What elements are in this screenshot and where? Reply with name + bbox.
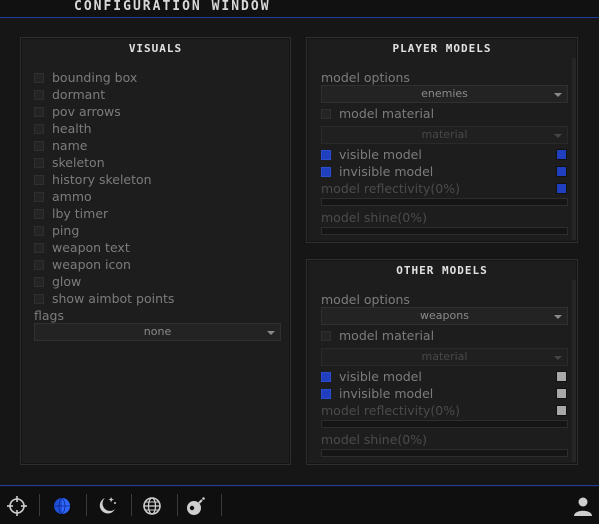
tab-separator [131, 494, 132, 516]
visuals-item-label: name [52, 138, 88, 153]
model-shine-slider[interactable] [321, 227, 568, 235]
checkbox[interactable] [34, 243, 44, 253]
checkbox[interactable] [34, 175, 44, 185]
visible-model-color-swatch[interactable] [556, 371, 567, 382]
tab-separator [39, 494, 40, 516]
globe-half-icon[interactable] [49, 493, 75, 519]
model-material-label: model material [339, 328, 435, 343]
model-options-value: weapons [420, 309, 469, 322]
bomb-icon[interactable] [183, 493, 209, 519]
flags-dropdown-value: none [143, 325, 172, 338]
checkbox[interactable] [34, 124, 44, 134]
visible-model-label: visible model [339, 369, 422, 384]
checkbox[interactable] [34, 209, 44, 219]
chevron-down-icon [554, 93, 562, 97]
checkbox[interactable] [34, 294, 44, 304]
model-reflectivity-label: model reflectivity(0%) [321, 403, 461, 418]
chevron-down-icon [554, 315, 562, 319]
material-value: material [421, 128, 468, 141]
checkbox[interactable] [34, 226, 44, 236]
chevron-down-icon [267, 331, 275, 335]
visuals-item-label: weapon icon [52, 257, 131, 272]
moon-stars-icon[interactable] [94, 493, 120, 519]
crosshair-icon[interactable] [4, 493, 30, 519]
visuals-panel: VISUALS bounding box dormant pov arrows hea… [20, 37, 291, 465]
checkbox[interactable] [34, 158, 44, 168]
player-models-title: PLAYER MODELS [392, 42, 492, 55]
checkbox[interactable] [34, 141, 44, 151]
chevron-down-icon [554, 356, 562, 360]
checkbox[interactable] [34, 192, 44, 202]
material-dropdown[interactable]: material [321, 126, 568, 144]
window-title: CONFIGURATION WINDOW [74, 0, 271, 14]
bottom-accent-line [0, 485, 599, 486]
player-models-scrollbar[interactable] [572, 58, 576, 240]
model-shine-label: model shine(0%) [321, 432, 427, 447]
visuals-item-label: weapon text [52, 240, 130, 255]
model-material-label: model material [339, 106, 435, 121]
model-reflectivity-slider[interactable] [321, 420, 568, 428]
title-bar[interactable]: CONFIGURATION WINDOW [0, 0, 599, 17]
visuals-item-label: pov arrows [52, 104, 121, 119]
checkbox[interactable] [321, 150, 331, 160]
model-options-label: model options [321, 292, 410, 307]
checkbox[interactable] [34, 260, 44, 270]
checkbox[interactable] [34, 107, 44, 117]
model-options-value: enemies [421, 87, 468, 100]
visible-model-label: visible model [339, 147, 422, 162]
checkbox[interactable] [321, 167, 331, 177]
checkbox[interactable] [34, 73, 44, 83]
checkbox[interactable] [321, 331, 331, 341]
visuals-title: VISUALS [128, 42, 183, 55]
visuals-item-label: lby timer [52, 206, 109, 221]
checkbox[interactable] [34, 277, 44, 287]
visuals-item-label: glow [52, 274, 82, 289]
other-models-panel: OTHER MODELS model options weapons model… [306, 259, 578, 465]
world-icon[interactable] [139, 493, 165, 519]
user-icon[interactable] [570, 493, 596, 519]
model-shine-label: model shine(0%) [321, 210, 427, 225]
visible-model-color-swatch[interactable] [556, 149, 567, 160]
visuals-item-label: health [52, 121, 92, 136]
invisible-model-color-swatch[interactable] [556, 166, 567, 177]
visuals-item-label: bounding box [52, 70, 138, 85]
other-models-scrollbar[interactable] [572, 280, 576, 462]
tab-separator [177, 494, 178, 516]
visuals-item-label: ammo [52, 189, 92, 204]
flags-dropdown[interactable]: none [34, 323, 281, 341]
visuals-item-label: ping [52, 223, 80, 238]
visuals-item-label: skeleton [52, 155, 105, 170]
model-reflectivity-label: model reflectivity(0%) [321, 181, 461, 196]
checkbox[interactable] [34, 90, 44, 100]
reflectivity-color-swatch[interactable] [556, 183, 567, 194]
other-models-title: OTHER MODELS [396, 264, 488, 277]
checkbox[interactable] [321, 389, 331, 399]
bottom-tab-bar [0, 487, 599, 524]
invisible-model-label: invisible model [339, 164, 434, 179]
tab-separator [221, 494, 222, 516]
model-options-dropdown[interactable]: enemies [321, 85, 568, 103]
invisible-model-label: invisible model [339, 386, 434, 401]
visuals-item-label: history skeleton [52, 172, 152, 187]
visuals-item-label: dormant [52, 87, 106, 102]
chevron-down-icon [554, 134, 562, 138]
model-options-label: model options [321, 70, 410, 85]
main-area: VISUALS bounding box dormant pov arrows hea… [0, 18, 599, 486]
checkbox[interactable] [321, 109, 331, 119]
material-value: material [421, 350, 468, 363]
reflectivity-color-swatch[interactable] [556, 405, 567, 416]
model-options-dropdown[interactable]: weapons [321, 307, 568, 325]
checkbox[interactable] [321, 372, 331, 382]
visuals-item-label: show aimbot points [52, 291, 175, 306]
flags-label: flags [34, 308, 64, 323]
tab-separator [86, 494, 87, 516]
material-dropdown[interactable]: material [321, 348, 568, 366]
model-reflectivity-slider[interactable] [321, 198, 568, 206]
model-shine-slider[interactable] [321, 449, 568, 457]
invisible-model-color-swatch[interactable] [556, 388, 567, 399]
player-models-panel: PLAYER MODELS model options enemies mode… [306, 37, 578, 243]
